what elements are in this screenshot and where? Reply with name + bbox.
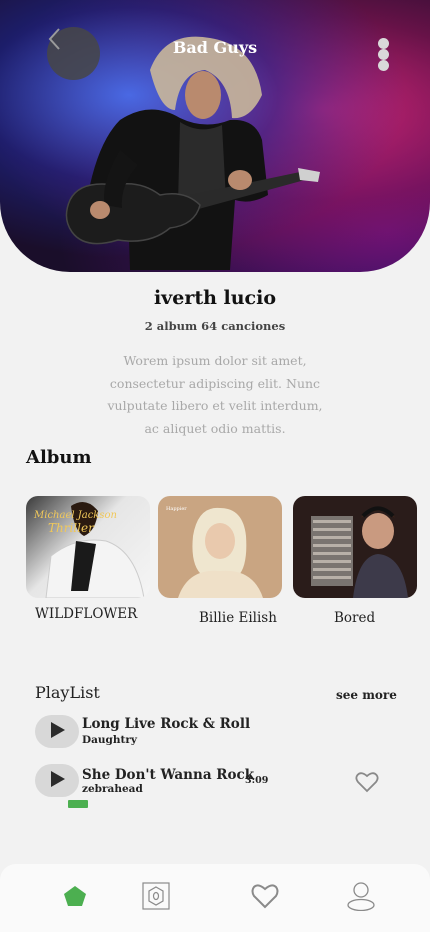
album-card[interactable]: Michael Jackson Thriller: [26, 496, 150, 598]
more-options-button[interactable]: [372, 38, 394, 72]
heart-icon: [355, 772, 379, 797]
heart-icon: [251, 883, 279, 913]
play-button[interactable]: [35, 715, 79, 748]
album-label: Billie Eilish: [199, 610, 277, 626]
album-label: Bored: [334, 610, 376, 626]
track-duration: 3:09: [245, 775, 269, 786]
vertical-dots-icon: [377, 38, 389, 49]
artist-stats: 2 album 64 canciones: [144, 319, 286, 333]
album-label: WILDFLOWER: [35, 606, 138, 622]
playlist-title: PlayList: [35, 683, 100, 702]
nav-library[interactable]: [136, 864, 176, 932]
nav-favorites[interactable]: [245, 864, 285, 932]
album-cover-lettering: Michael Jackson: [33, 510, 117, 521]
play-button[interactable]: [35, 764, 79, 797]
album-cover-image: Happier: [158, 496, 282, 598]
play-icon: [48, 770, 66, 792]
artist-name: iverth lucio: [153, 287, 277, 309]
page-title: Bad Guys: [172, 38, 258, 57]
svg-text:Thriller: Thriller: [48, 521, 95, 535]
profile-icon: [346, 881, 376, 915]
artist-bio: Worem ipsum dolor sit amet, consectetur …: [107, 353, 323, 436]
track-artist: Daughtry: [82, 734, 138, 746]
album-cover-image: [293, 496, 417, 598]
album-card[interactable]: Happier: [158, 496, 282, 598]
artist-hero-image: Bad Guys: [0, 0, 430, 272]
track-artist: zebrahead: [82, 783, 143, 795]
bottom-navigation: [0, 864, 430, 932]
album-card[interactable]: [293, 496, 417, 598]
home-icon: [63, 885, 87, 911]
track-title[interactable]: She Don't Wanna Rock: [82, 767, 254, 783]
album-cover-image: Michael Jackson Thriller: [26, 496, 150, 598]
see-more-link[interactable]: see more: [336, 688, 397, 702]
nav-profile[interactable]: [341, 864, 381, 932]
library-icon: [142, 882, 170, 914]
svg-text:Happier: Happier: [166, 506, 187, 512]
playback-progress-indicator: [68, 800, 88, 808]
favorite-button[interactable]: [355, 771, 379, 797]
nav-home[interactable]: [55, 864, 95, 932]
track-title[interactable]: Long Live Rock & Roll: [82, 716, 250, 732]
album-section-title: Album: [26, 447, 92, 468]
play-icon: [48, 721, 66, 743]
